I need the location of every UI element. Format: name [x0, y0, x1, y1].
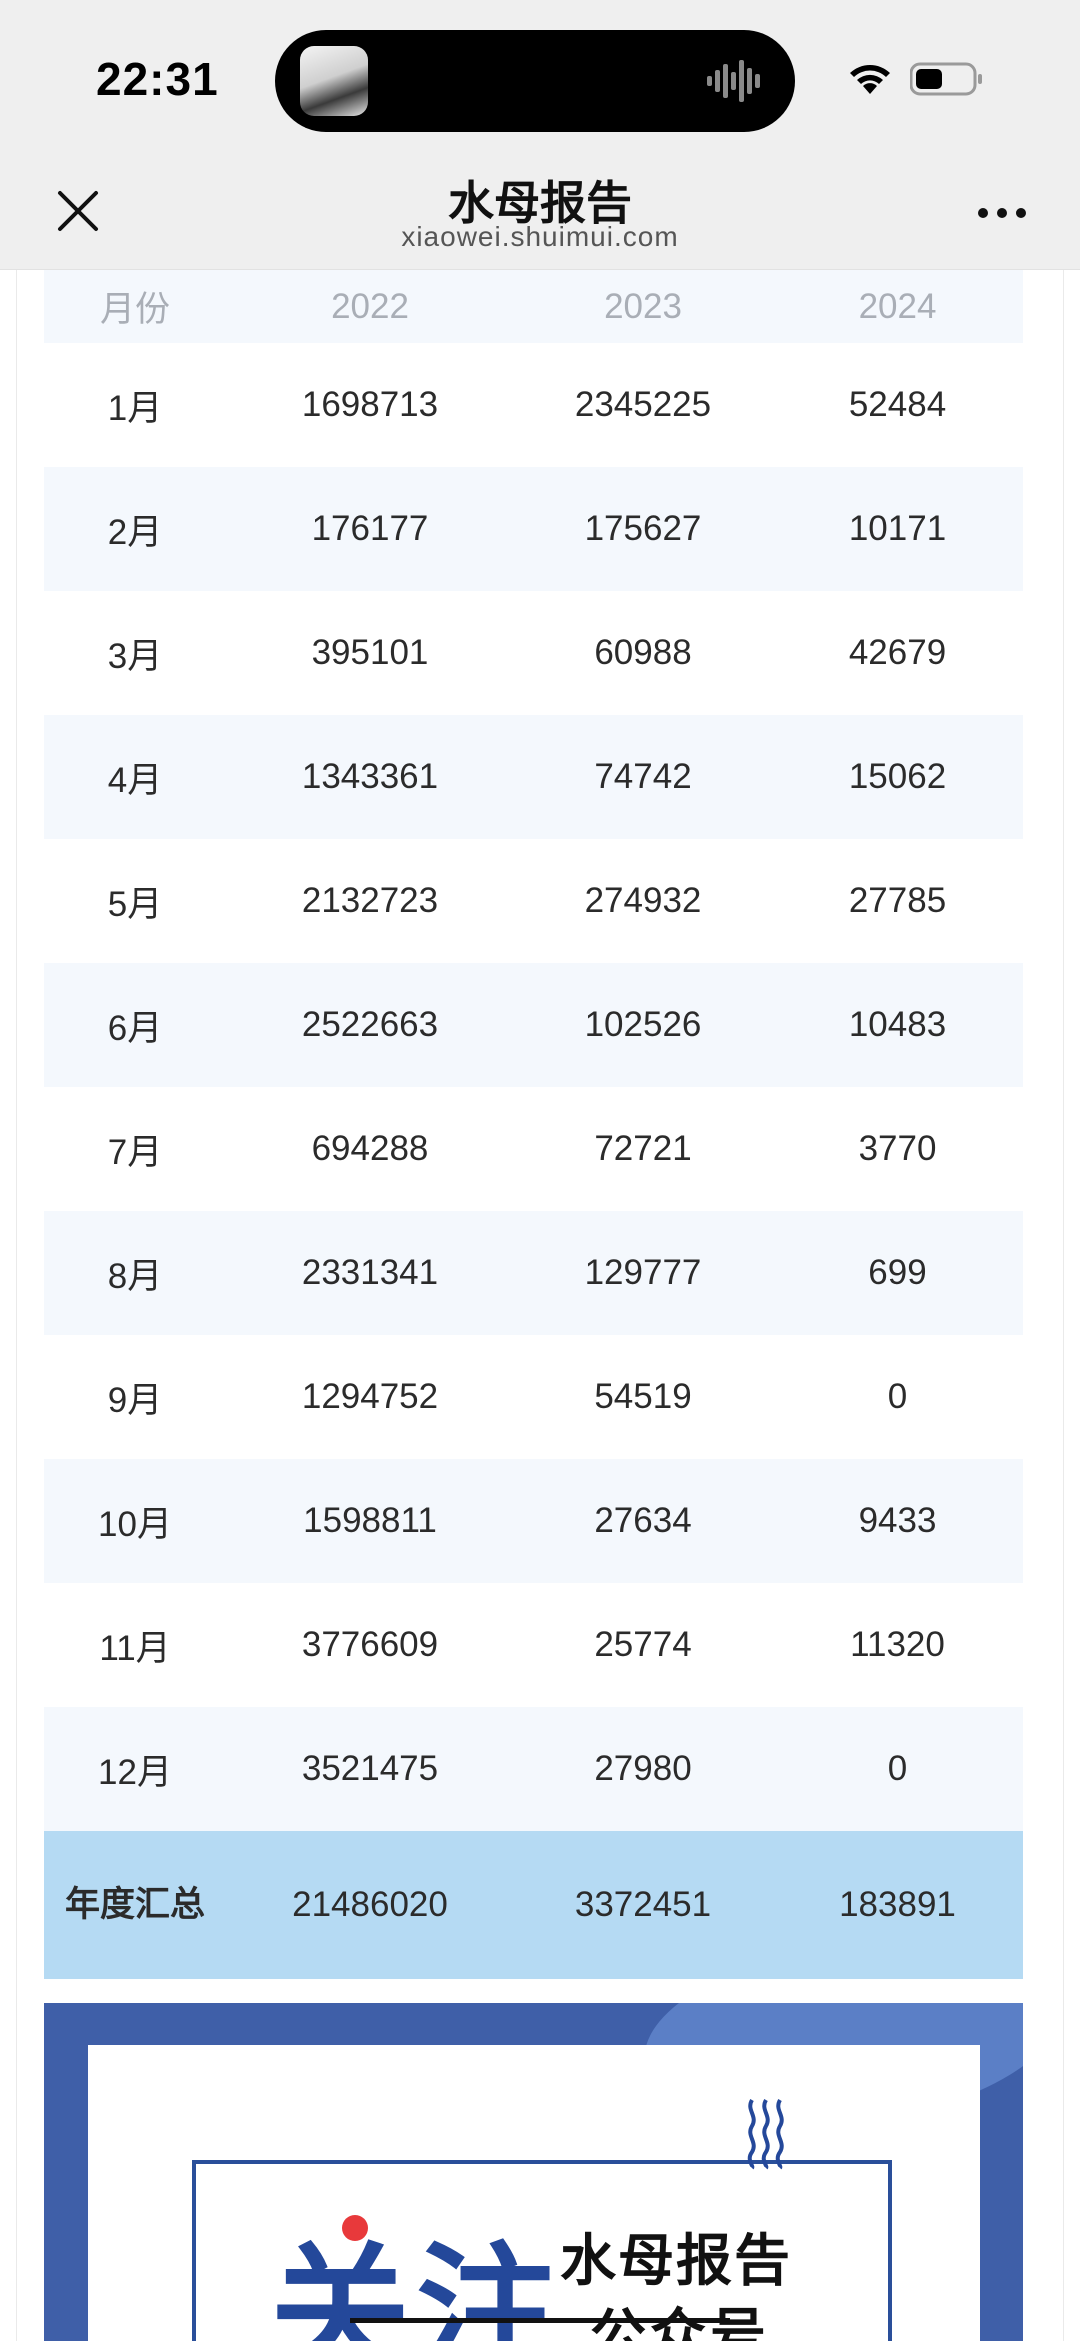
cell-2023: 25774 [594, 1625, 692, 1664]
now-playing-thumbnail [300, 46, 368, 116]
cell-2024: 15062 [848, 757, 947, 796]
total-2022: 21486020 [292, 1885, 448, 1924]
cell-2022: 395101 [311, 633, 429, 672]
cell-month: 1月 [107, 388, 163, 428]
table-row: 5月 2132723 274932 27785 [44, 839, 1023, 963]
cell-2023: 74742 [594, 757, 692, 796]
cell-2024: 0 [887, 1377, 908, 1416]
cell-2024: 27785 [848, 881, 947, 920]
cell-2024: 10171 [848, 509, 947, 548]
strike-line [350, 2318, 730, 2323]
battery-icon [910, 62, 982, 96]
page-domain: xiaowei.shuimui.com [401, 221, 679, 252]
cell-2023: 2345225 [574, 385, 712, 424]
table-row: 7月 694288 72721 3770 [44, 1087, 1023, 1211]
cell-2022: 2132723 [301, 881, 439, 920]
cell-2022: 176177 [311, 509, 429, 548]
cell-2022: 1598811 [303, 1501, 437, 1540]
table-header-row: 月份 2022 2023 2024 [44, 270, 1023, 343]
cell-2024: 9433 [858, 1501, 937, 1540]
cell-2023: 274932 [584, 881, 702, 920]
cell-2022: 1343361 [301, 757, 439, 796]
header-2022: 2022 [331, 286, 409, 326]
table-row: 8月 2331341 129777 699 [44, 1211, 1023, 1335]
account-text: 公众号 [590, 2303, 770, 2341]
cell-month: 8月 [107, 1256, 163, 1296]
cell-month: 9月 [107, 1380, 163, 1420]
table-row: 3月 395101 60988 42679 [44, 591, 1023, 715]
cell-2022: 1698713 [301, 385, 439, 424]
table-row: 1月 1698713 2345225 52484 [44, 343, 1023, 467]
cell-month: 10月 [98, 1504, 172, 1544]
table-row: 12月 3521475 27980 0 [44, 1707, 1023, 1831]
cell-2024: 0 [887, 1749, 908, 1788]
cell-month: 4月 [107, 760, 163, 800]
cell-2024: 11320 [850, 1625, 945, 1664]
cell-2022: 2522663 [301, 1005, 439, 1044]
table-row: 2月 176177 175627 10171 [44, 467, 1023, 591]
table-row: 11月 3776609 25774 11320 [44, 1583, 1023, 1707]
wifi-icon [850, 65, 890, 94]
dynamic-island[interactable] [275, 30, 795, 132]
nav-bar: 水母报告 xiaowei.shuimui.com [0, 155, 1080, 270]
table-row: 10月 1598811 27634 9433 [44, 1459, 1023, 1583]
cell-2023: 54519 [594, 1377, 692, 1416]
brand-text: 水母报告 [560, 2229, 792, 2292]
cell-2022: 694288 [311, 1129, 429, 1168]
cell-month: 11月 [99, 1628, 171, 1668]
cell-2023: 27980 [594, 1749, 692, 1788]
total-row: 年度汇总 21486020 3372451 183891 [44, 1831, 1023, 1979]
cell-month: 2月 [107, 512, 163, 552]
cell-2023: 27634 [594, 1501, 692, 1540]
header-2024: 2024 [858, 286, 937, 326]
header-month: 月份 [99, 290, 170, 329]
table-row: 9月 1294752 54519 0 [44, 1335, 1023, 1459]
status-bar: 22:31 [0, 0, 1080, 155]
cell-2023: 129777 [584, 1253, 702, 1292]
cell-2023: 175627 [584, 509, 702, 548]
cell-2022: 1294752 [301, 1377, 439, 1416]
cell-month: 7月 [107, 1132, 163, 1172]
audio-wave-icon [707, 60, 760, 102]
total-label: 年度汇总 [64, 1885, 205, 1924]
cell-2024: 699 [868, 1253, 927, 1292]
follow-dot [342, 2215, 368, 2241]
total-2024: 183891 [839, 1885, 956, 1924]
cell-2022: 3776609 [301, 1625, 439, 1664]
table-row: 4月 1343361 74742 15062 [44, 715, 1023, 839]
status-time: 22:31 [96, 53, 219, 105]
cell-month: 6月 [107, 1008, 163, 1048]
cell-month: 12月 [98, 1752, 172, 1792]
more-icon[interactable] [976, 203, 1028, 223]
cell-month: 5月 [107, 884, 163, 924]
data-table: 月份 2022 2023 2024 1月 1698713 2345225 52484 2… [44, 270, 1023, 1979]
cell-2024: 42679 [848, 633, 947, 672]
cell-month: 3月 [107, 636, 163, 676]
cell-2023: 72721 [594, 1129, 692, 1168]
cell-2024: 52484 [848, 385, 947, 424]
cell-2023: 102526 [584, 1005, 702, 1044]
cell-2022: 2331341 [301, 1253, 439, 1292]
total-2023: 3372451 [574, 1885, 712, 1924]
cell-2024: 3770 [858, 1129, 937, 1168]
cell-2024: 10483 [848, 1005, 947, 1044]
cell-2023: 60988 [594, 633, 692, 672]
table-row: 6月 2522663 102526 10483 [44, 963, 1023, 1087]
jellyfish-waves-icon [747, 2098, 784, 2170]
header-2023: 2023 [604, 286, 682, 326]
cell-2022: 3521475 [301, 1749, 439, 1788]
